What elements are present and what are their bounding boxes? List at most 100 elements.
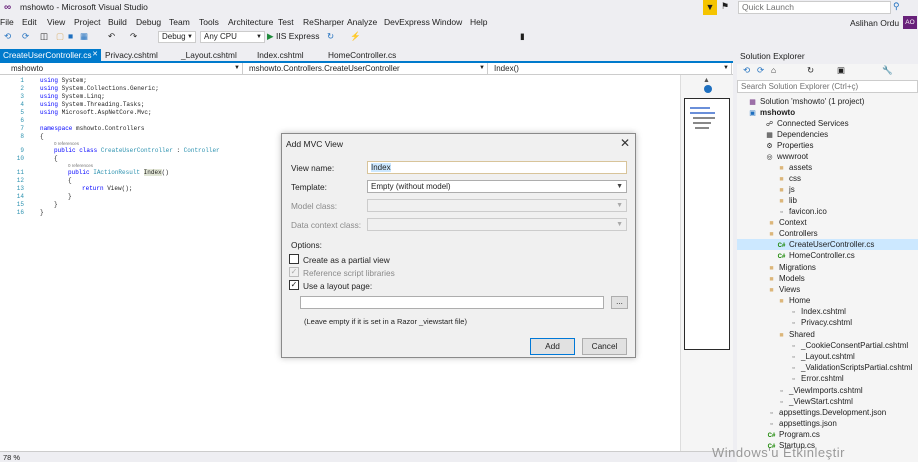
partial-view-checkbox[interactable] — [289, 254, 299, 264]
tree-item-cookie-consent[interactable]: ▫ _CookieConsentPartial.cshtml — [789, 341, 908, 350]
script-libraries-label[interactable]: Reference script libraries — [303, 268, 395, 278]
menu-window[interactable]: Window — [432, 17, 462, 27]
layout-page-checkbox[interactable]: ✓ — [289, 280, 299, 290]
data-context-select[interactable]: ▼ — [367, 218, 627, 231]
tree-item-connected-services[interactable]: ☍ Connected Services — [765, 119, 849, 128]
redo-icon[interactable]: ↷ — [130, 31, 137, 42]
menu-file[interactable]: File — [0, 17, 14, 27]
code-lens-references[interactable]: 0 references — [68, 163, 93, 168]
tree-item-appsettings[interactable]: ▫ appsettings.json — [767, 419, 837, 428]
tree-item-shared[interactable]: ■ Shared — [777, 330, 814, 339]
code-lens-references[interactable]: 0 references — [54, 141, 79, 146]
tree-item-solution[interactable]: ▦ Solution 'mshowto' (1 project) — [748, 97, 864, 106]
tree-item-project[interactable]: ▣ mshowto — [748, 108, 795, 117]
menu-build[interactable]: Build — [108, 17, 127, 27]
menu-debug[interactable]: Debug — [136, 17, 161, 27]
sync-icon[interactable]: ↻ — [807, 65, 814, 76]
properties-icon[interactable]: 🔧 — [882, 65, 893, 76]
minimap[interactable] — [684, 98, 730, 350]
type-nav-select[interactable]: mshowto.Controllers.CreateUserController… — [246, 63, 488, 74]
menu-resharper[interactable]: ReSharper — [303, 17, 344, 27]
tree-item-wwwroot[interactable]: ◎ wwwroot — [765, 152, 808, 161]
save-icon[interactable]: ■ — [68, 31, 73, 41]
add-button[interactable]: Add — [530, 338, 575, 355]
tree-item-program[interactable]: C# Program.cs — [767, 430, 820, 439]
quick-launch-input[interactable]: Quick Launch — [738, 1, 891, 14]
home-icon[interactable]: ⌂ — [771, 65, 776, 75]
view-name-field[interactable]: Index — [367, 161, 627, 174]
browser-link-icon[interactable]: ⚡ — [350, 31, 361, 42]
tree-item-lib[interactable]: ■ lib — [777, 196, 797, 205]
tree-item-views[interactable]: ■ Views — [767, 285, 800, 294]
menu-architecture[interactable]: Architecture — [228, 17, 273, 27]
menu-analyze[interactable]: Analyze — [347, 17, 377, 27]
template-select[interactable]: Empty (without model) ▼ — [367, 180, 627, 193]
tab-create-user-controller[interactable]: CreateUserController.cs ✕ — [0, 49, 101, 61]
cancel-button[interactable]: Cancel — [582, 338, 627, 355]
filter-icon[interactable]: ▼ — [703, 0, 717, 15]
platform-select[interactable]: Any CPU ▼ — [200, 31, 265, 43]
tree-item-error[interactable]: ▫ Error.cshtml — [789, 374, 843, 383]
new-item-icon[interactable]: ◫ — [40, 31, 48, 42]
browse-button[interactable]: ... — [611, 296, 628, 309]
search-icon[interactable]: ⚲ — [893, 1, 900, 12]
tree-item-create-user-controller[interactable]: C# CreateUserController.cs — [777, 240, 875, 249]
tab-home-controller[interactable]: HomeController.cs — [325, 49, 405, 61]
tree-item-dependencies[interactable]: ▦ Dependencies — [765, 130, 828, 139]
forward-icon[interactable]: ⟳ — [757, 65, 764, 76]
tab-privacy[interactable]: Privacy.cshtml — [102, 49, 172, 61]
solution-explorer-search-input[interactable]: Search Solution Explorer (Ctrl+ç) — [737, 80, 918, 93]
save-all-icon[interactable]: ▦ — [80, 31, 88, 42]
close-icon[interactable]: ✕ — [620, 136, 630, 150]
tree-item-view-start[interactable]: ▫ _ViewStart.cshtml — [777, 397, 853, 406]
open-folder-icon[interactable]: ▢ — [56, 31, 64, 42]
tree-item-home-controller[interactable]: C# HomeController.cs — [777, 251, 855, 260]
menu-help[interactable]: Help — [470, 17, 487, 27]
bookmark-icon[interactable]: ▮ — [520, 31, 525, 42]
menu-tools[interactable]: Tools — [199, 17, 219, 27]
start-icon[interactable]: ▶ — [267, 31, 274, 42]
tree-item-validation-scripts[interactable]: ▫ _ValidationScriptsPartial.cshtml — [789, 363, 912, 372]
member-nav-select[interactable]: Index() ▼ — [491, 63, 732, 74]
chevron-up-icon[interactable]: ▲ — [703, 77, 710, 84]
zoom-level[interactable]: 78 % — [3, 453, 20, 462]
tree-item-home[interactable]: ■ Home — [777, 296, 810, 305]
avatar[interactable]: AO — [903, 16, 917, 29]
menu-team[interactable]: Team — [169, 17, 190, 27]
tree-item-properties[interactable]: ⚙ Properties — [765, 141, 813, 150]
notification-icon[interactable]: ⚑ — [721, 1, 729, 12]
close-icon[interactable]: ✕ — [92, 49, 98, 61]
undo-icon[interactable]: ↶ — [108, 31, 115, 42]
tree-item-models[interactable]: ■ Models — [767, 274, 804, 283]
menu-test[interactable]: Test — [278, 17, 294, 27]
tree-item-context[interactable]: ■ Context — [767, 218, 806, 227]
menu-view[interactable]: View — [47, 17, 65, 27]
run-target-label[interactable]: IIS Express — [276, 31, 319, 41]
tree-item-controllers[interactable]: ■ Controllers — [767, 229, 817, 238]
tree-item-privacy-cshtml[interactable]: ▫ Privacy.cshtml — [789, 318, 852, 327]
script-libraries-checkbox[interactable]: ✓ — [289, 267, 299, 277]
back-icon[interactable]: ⟲ — [743, 65, 750, 76]
tree-item-migrations[interactable]: ■ Migrations — [767, 263, 816, 272]
collapse-all-icon[interactable]: ▣ — [837, 65, 845, 76]
project-nav-select[interactable]: mshowto ▼ — [8, 63, 243, 74]
tree-item-appsettings-development[interactable]: ▫ appsettings.Development.json — [767, 408, 886, 417]
back-icon[interactable]: ⟲ — [4, 31, 11, 42]
layout-page-input[interactable] — [300, 296, 604, 309]
model-class-select[interactable]: ▼ — [367, 199, 627, 212]
menu-edit[interactable]: Edit — [22, 17, 37, 27]
tree-item-assets[interactable]: ■ assets — [777, 163, 812, 172]
forward-icon[interactable]: ⟳ — [22, 31, 29, 42]
menu-project[interactable]: Project — [74, 17, 100, 27]
tree-item-js[interactable]: ■ js — [777, 185, 794, 194]
tab-layout[interactable]: _Layout.cshtml — [178, 49, 248, 61]
tree-item-index-cshtml[interactable]: ▫ Index.cshtml — [789, 307, 846, 316]
layout-page-label[interactable]: Use a layout page: — [303, 281, 372, 291]
partial-view-label[interactable]: Create as a partial view — [303, 255, 390, 265]
tree-item-view-imports[interactable]: ▫ _ViewImports.cshtml — [777, 386, 862, 395]
menu-devexpress[interactable]: DevExpress — [384, 17, 430, 27]
tab-index[interactable]: Index.cshtml — [254, 49, 319, 61]
tree-item-css[interactable]: ■ css — [777, 174, 801, 183]
refresh-icon[interactable]: ↻ — [327, 31, 334, 42]
tree-item-favicon[interactable]: ▫ favicon.ico — [777, 207, 827, 216]
